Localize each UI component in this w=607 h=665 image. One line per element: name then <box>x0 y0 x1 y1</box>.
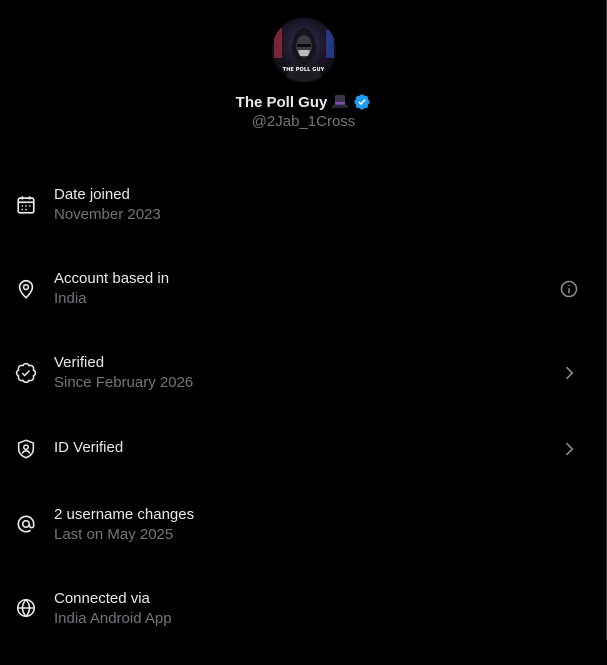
info-icon[interactable] <box>559 279 579 299</box>
at-sign-icon <box>15 513 37 535</box>
username-changes-value: Last on May 2025 <box>54 526 174 543</box>
connected-via-label: Connected via <box>54 590 150 607</box>
account-based-in-row: Account based in India <box>0 252 607 336</box>
handle: @2Jab_1Cross <box>251 113 356 130</box>
verified-row[interactable]: Verified Since February 2026 <box>0 336 607 420</box>
verified-since-value: Since February 2026 <box>54 374 194 391</box>
account-based-in-label: Account based in <box>54 270 170 287</box>
display-name[interactable]: The Poll Guy <box>236 94 328 111</box>
chevron-right-icon[interactable] <box>559 363 579 383</box>
id-shield-icon <box>15 438 37 460</box>
username-changes-row: 2 username changes Last on May 2025 <box>0 497 607 581</box>
avatar-label: THE POLL GUY <box>282 67 325 73</box>
top-hat-icon <box>331 94 349 110</box>
verified-label: Verified <box>54 354 105 371</box>
connected-via-row: Connected via India Android App <box>0 581 607 665</box>
verified-badge-icon[interactable] <box>353 93 371 111</box>
chevron-right-icon[interactable] <box>559 439 579 459</box>
profile-header: THE POLL GUY The Poll Guy @2Jab_1Cross <box>0 18 607 130</box>
id-verified-label: ID Verified <box>54 439 124 456</box>
date-joined-value: November 2023 <box>54 206 161 223</box>
verified-outline-icon <box>15 362 37 384</box>
account-based-in-value: India <box>54 290 87 307</box>
avatar[interactable]: THE POLL GUY <box>271 18 336 82</box>
username-changes-label: 2 username changes <box>54 506 195 523</box>
id-verified-row[interactable]: ID Verified <box>0 420 607 504</box>
location-pin-icon <box>15 278 37 300</box>
name-row: The Poll Guy <box>236 91 372 113</box>
calendar-icon <box>15 194 37 216</box>
date-joined-row: Date joined November 2023 <box>0 168 607 252</box>
date-joined-label: Date joined <box>54 186 130 203</box>
globe-icon <box>15 597 37 619</box>
connected-via-value: India Android App <box>54 610 172 627</box>
